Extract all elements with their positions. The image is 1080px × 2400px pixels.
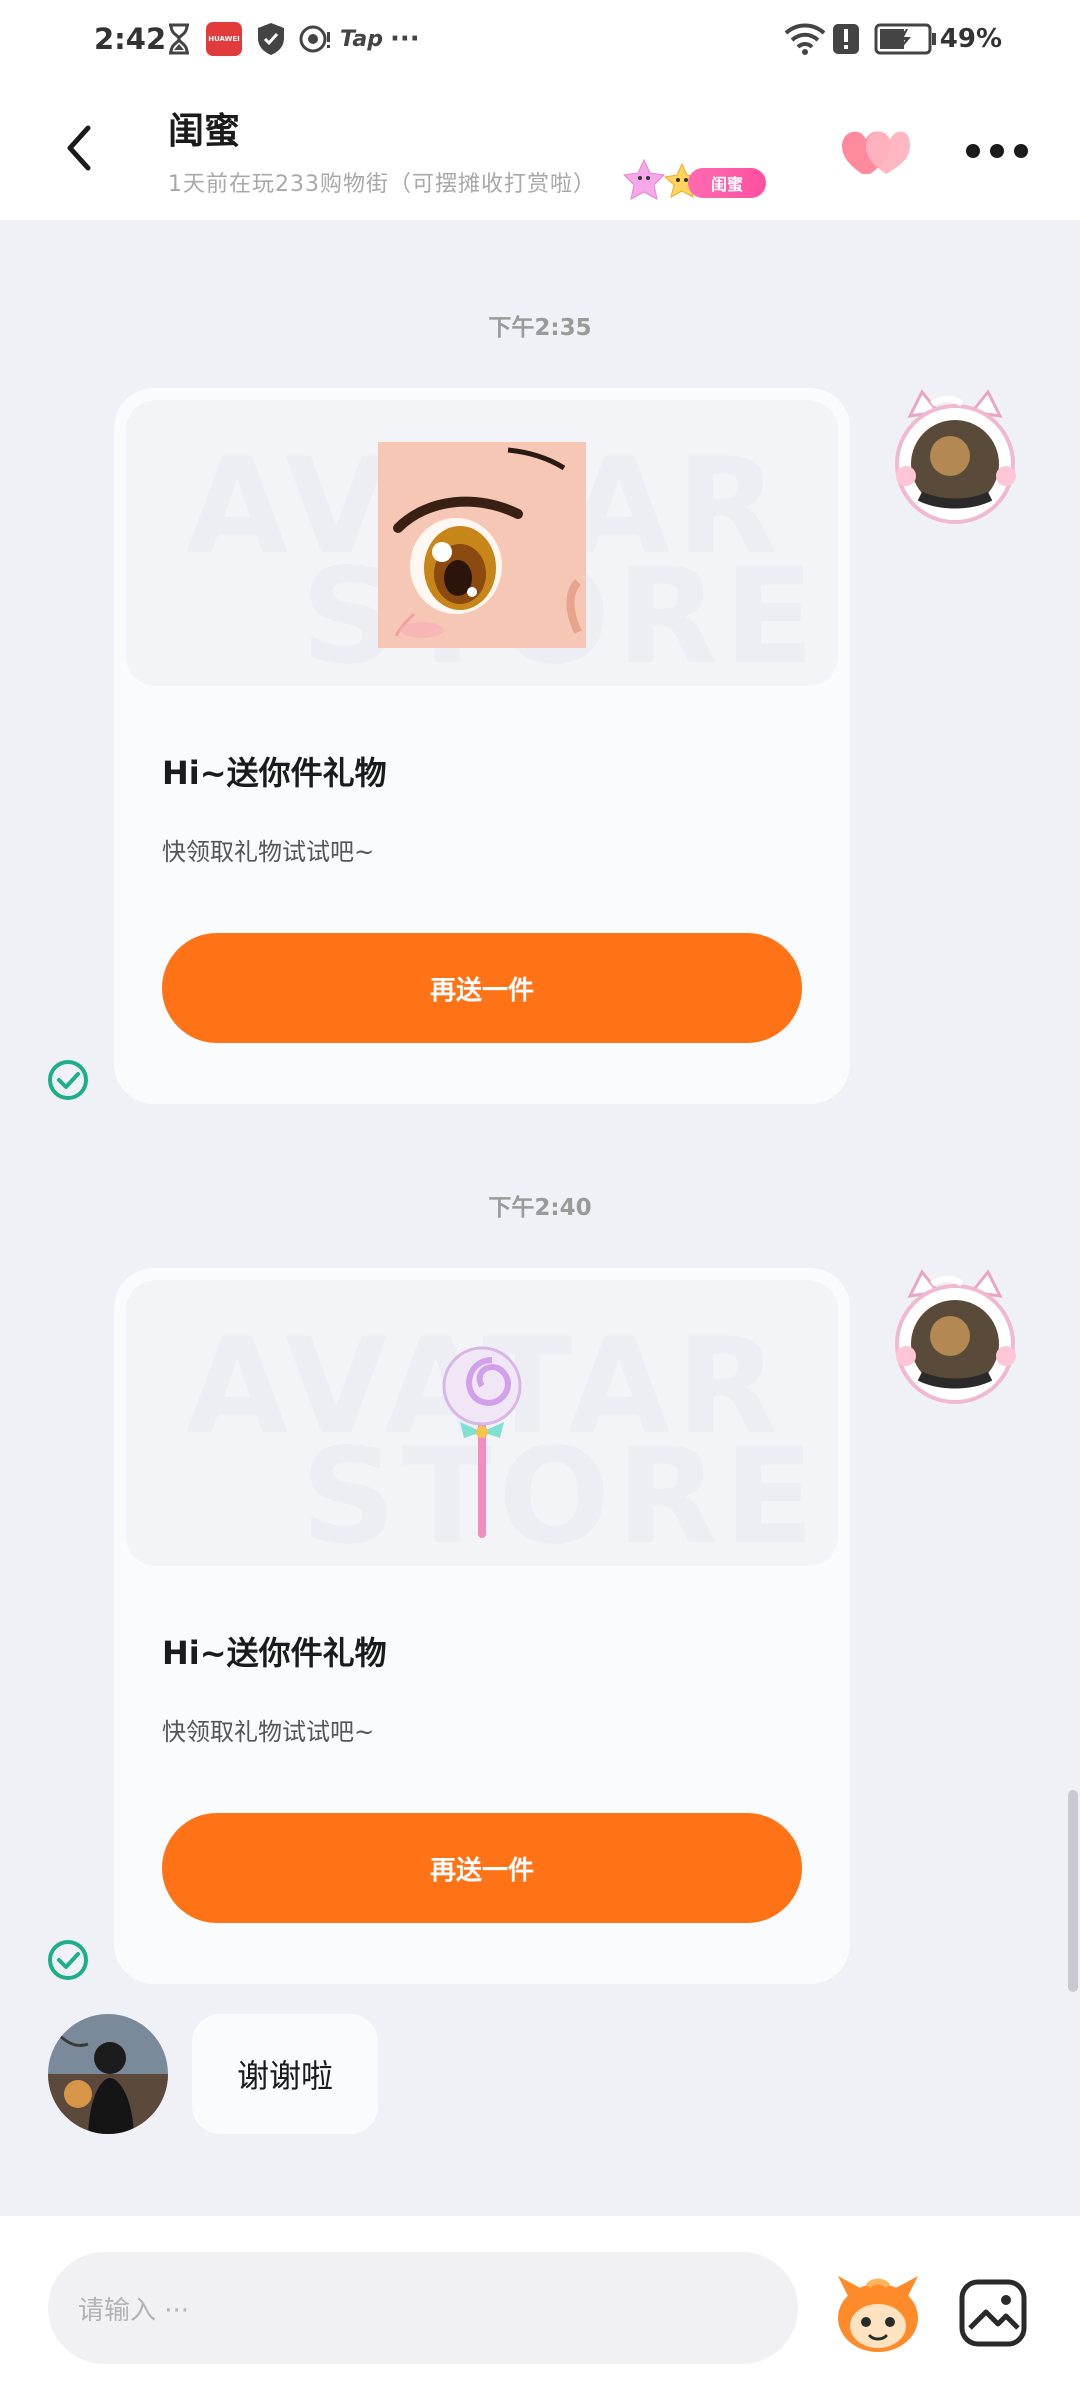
send-another-button[interactable]: 再送一件 [162,933,802,1043]
huawei-app-icon: HUAWEI [206,22,242,56]
emoji-button[interactable] [832,2270,924,2354]
ellipsis-icon [966,144,1028,158]
lollipop-icon [442,1346,522,1538]
my-avatar[interactable] [880,386,1030,536]
image-icon [959,2279,1027,2347]
message-timestamp: 下午2:35 [488,315,592,341]
message-timestamp: 下午2:40 [488,1195,592,1221]
wifi-icon [784,22,826,56]
gift-card-description: 快领取礼物试试吧~ [162,1718,375,1746]
chat-header: 闺蜜 1天前在玩233购物街（可摆摊收打赏啦） 闺蜜 [0,80,1080,220]
send-another-button[interactable]: 再送一件 [162,1813,802,1923]
anime-eye-icon [378,442,586,648]
gift-preview[interactable]: AVATAR STORE [126,400,838,686]
gift-card-title: Hi~送你件礼物 [162,754,387,792]
chat-status: 1天前在玩233购物街（可摆摊收打赏啦） [168,172,596,197]
sent-check-icon [48,1940,88,1980]
relationship-tag: 闺蜜 [688,168,766,198]
alert-icon [832,22,860,56]
message-input[interactable]: 请输入 ··· [48,2252,798,2364]
gift-card-description: 快领取礼物试试吧~ [162,838,375,866]
battery-percent: 49% [939,24,1002,54]
battery-icon [874,22,938,56]
shield-check-icon [256,22,286,56]
status-bar: 2:42 HUAWEI Tap ··· 49% [0,0,1080,80]
double-heart-icon [842,131,910,174]
image-button[interactable] [958,2278,1028,2348]
friend-avatar[interactable] [48,2014,168,2134]
status-time: 2:42 [94,22,167,56]
mascot-emoji-icon [838,2276,918,2352]
more-notifications-icon: ··· [390,24,420,54]
chat-title: 闺蜜 [168,111,241,152]
watermark-text: STORE [301,1420,821,1566]
incoming-message: 谢谢啦 [192,2014,378,2134]
more-options-button[interactable] [964,136,1030,166]
gift-card: AVATAR STORE Hi~送你件礼物 快领取礼物试试吧~ 再送一件 [114,388,850,1104]
scrollbar[interactable] [1068,1790,1078,1992]
huawei-app-label: HUAWEI [208,35,240,43]
intimacy-button[interactable] [840,124,912,180]
sent-check-icon [48,1060,88,1100]
hourglass-icon [166,22,192,56]
chevron-left-icon [67,125,91,171]
gift-card: AVATAR STORE Hi~送你件礼物 快领取礼物试试吧~ 再送一件 [114,1268,850,1984]
gift-preview[interactable]: AVATAR STORE [126,1280,838,1566]
record-icon [298,22,332,56]
back-button[interactable] [58,118,108,178]
my-avatar[interactable] [880,1266,1030,1416]
tap-icon: Tap [340,26,383,52]
gift-card-title: Hi~送你件礼物 [162,1634,387,1672]
